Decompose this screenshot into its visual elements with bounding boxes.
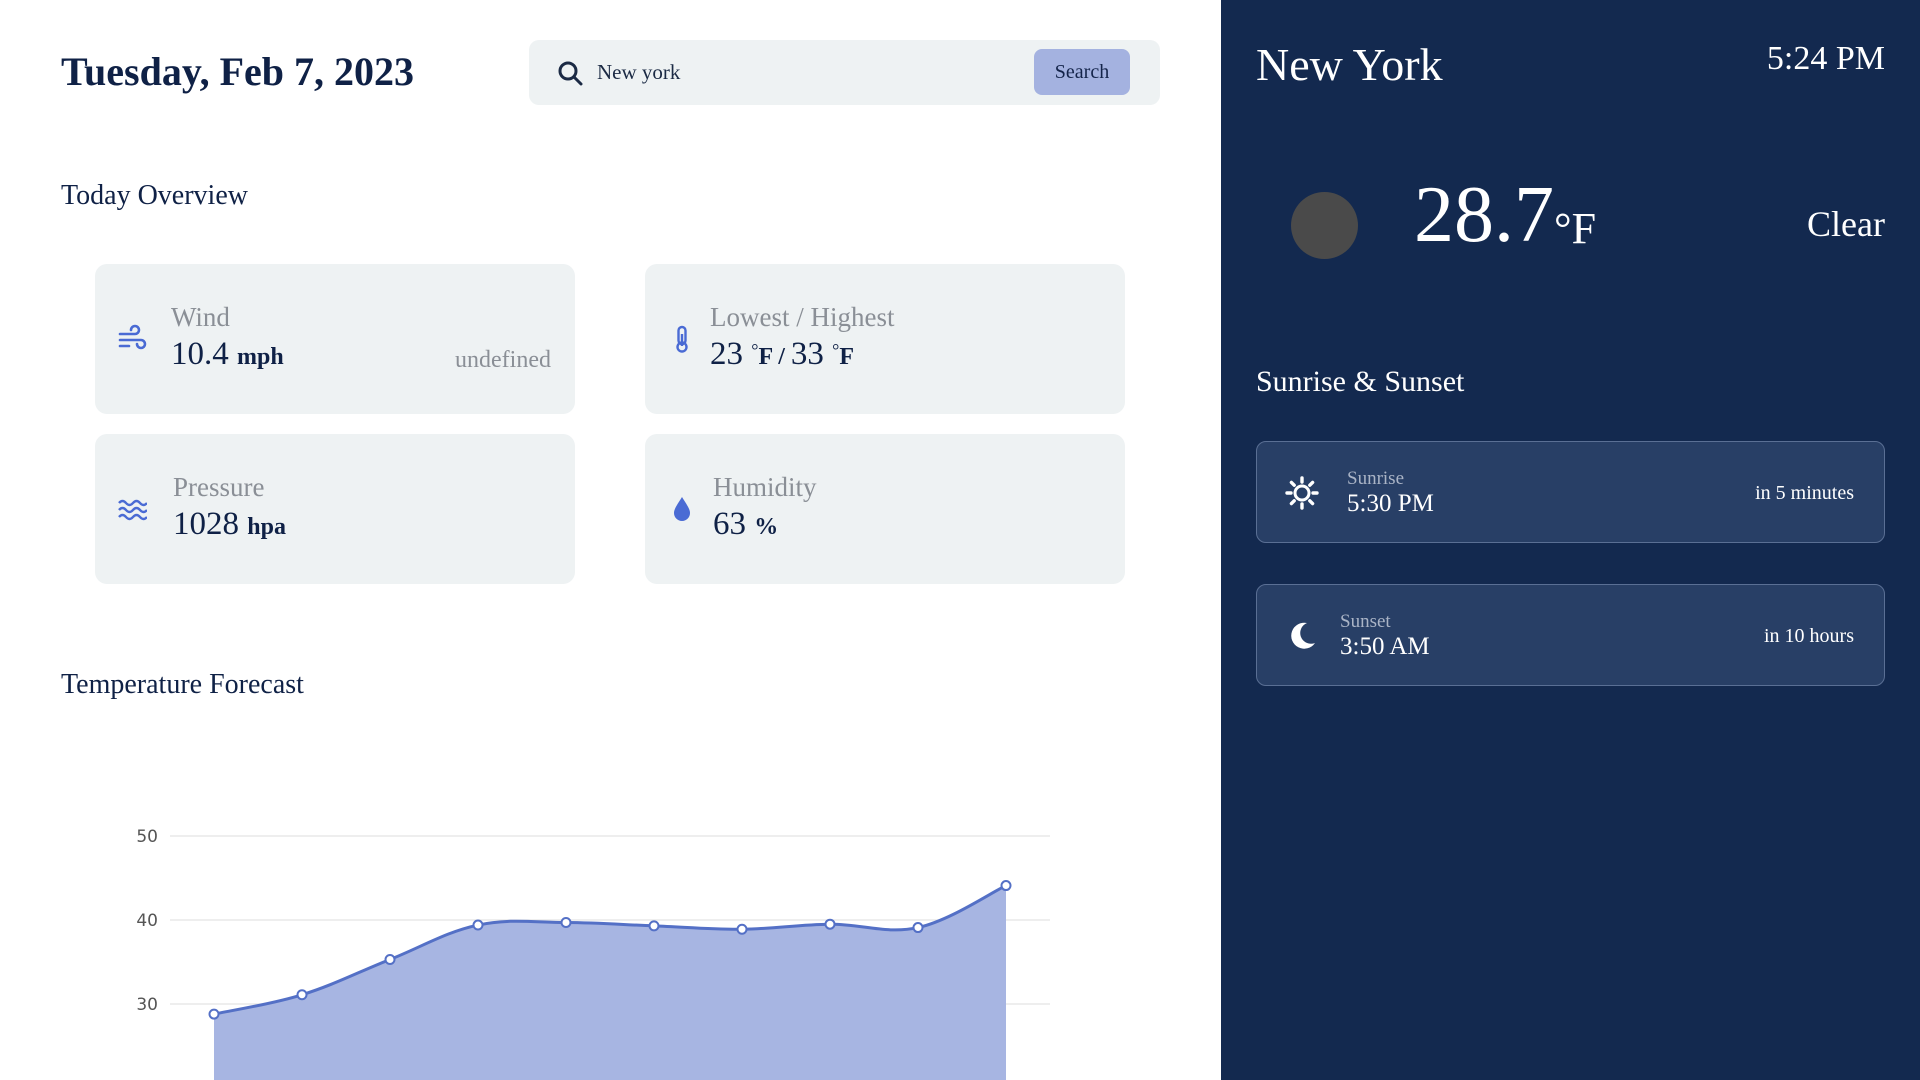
search-input[interactable] [597,57,897,87]
water-drop-icon [674,497,690,521]
weather-condition: Clear [1807,204,1885,244]
sunset-label: Sunset [1340,611,1391,632]
weather-condition-icon [1291,192,1358,259]
data-point [824,918,836,930]
temperature-forecast-chart: 30 40 50 [136,827,1050,1080]
wind-card: Wind 10.4 mph undefined [95,264,575,414]
search-bar: Search [529,40,1160,105]
sunrise-card: Sunrise 5:30 PM in 5 minutes [1256,441,1885,543]
temp-range-value: 23 °F / 33 °F [710,336,855,372]
wind-direction: undefined [455,347,551,373]
data-point [912,922,924,934]
temperature-unit: °F [1554,204,1597,253]
sunset-relative: in 10 hours [1764,625,1854,647]
sun-icon [1285,476,1319,510]
wind-label: Wind [171,302,230,332]
humidity-value: 63 % [713,506,779,542]
pressure-label: Pressure [173,472,265,502]
pressure-waves-icon [118,499,147,521]
y-tick-label: 30 [136,995,158,1015]
pressure-card: Pressure 1028 hpa [95,434,575,584]
data-point [472,919,484,931]
current-weather-panel: New York 5:24 PM 28.7 °F Clear Sunrise &… [1221,0,1920,1080]
thermometer-icon [676,325,688,353]
city-name: New York [1256,39,1443,90]
local-time: 5:24 PM [1766,40,1885,77]
data-point [296,989,308,1001]
data-point [384,953,396,965]
data-point [208,1008,220,1020]
sunset-time: 3:50 AM [1340,633,1430,660]
sun-section-title: Sunrise & Sunset [1256,365,1465,398]
overview-title: Today Overview [61,180,248,211]
temp-range-label: Lowest / Highest [710,302,895,332]
y-tick-label: 50 [136,827,158,847]
y-tick-label: 40 [136,911,158,931]
sunrise-label: Sunrise [1347,468,1404,489]
temp-range-card: Lowest / Highest 23 °F / 33 °F [645,264,1125,414]
wind-value: 10.4 mph [171,336,284,372]
forecast-title: Temperature Forecast [61,669,304,700]
pressure-value: 1028 hpa [173,506,286,542]
data-point [736,923,748,935]
humidity-label: Humidity [713,472,817,502]
main-content: Tuesday, Feb 7, 2023 Search Today Overvi… [0,0,1221,1080]
sunrise-time: 5:30 PM [1347,490,1434,517]
sunset-card: Sunset 3:50 AM in 10 hours [1256,584,1885,686]
search-button[interactable]: Search [1034,49,1130,95]
data-point [648,920,660,932]
data-point [1000,880,1012,892]
page-date: Tuesday, Feb 7, 2023 [61,49,415,94]
search-icon [558,61,583,86]
data-point [560,917,572,929]
moon-icon [1291,622,1315,649]
wind-icon [118,324,147,350]
humidity-card: Humidity 63 % [645,434,1125,584]
current-temperature: 28.7 [1414,171,1554,259]
sunrise-relative: in 5 minutes [1755,482,1854,504]
